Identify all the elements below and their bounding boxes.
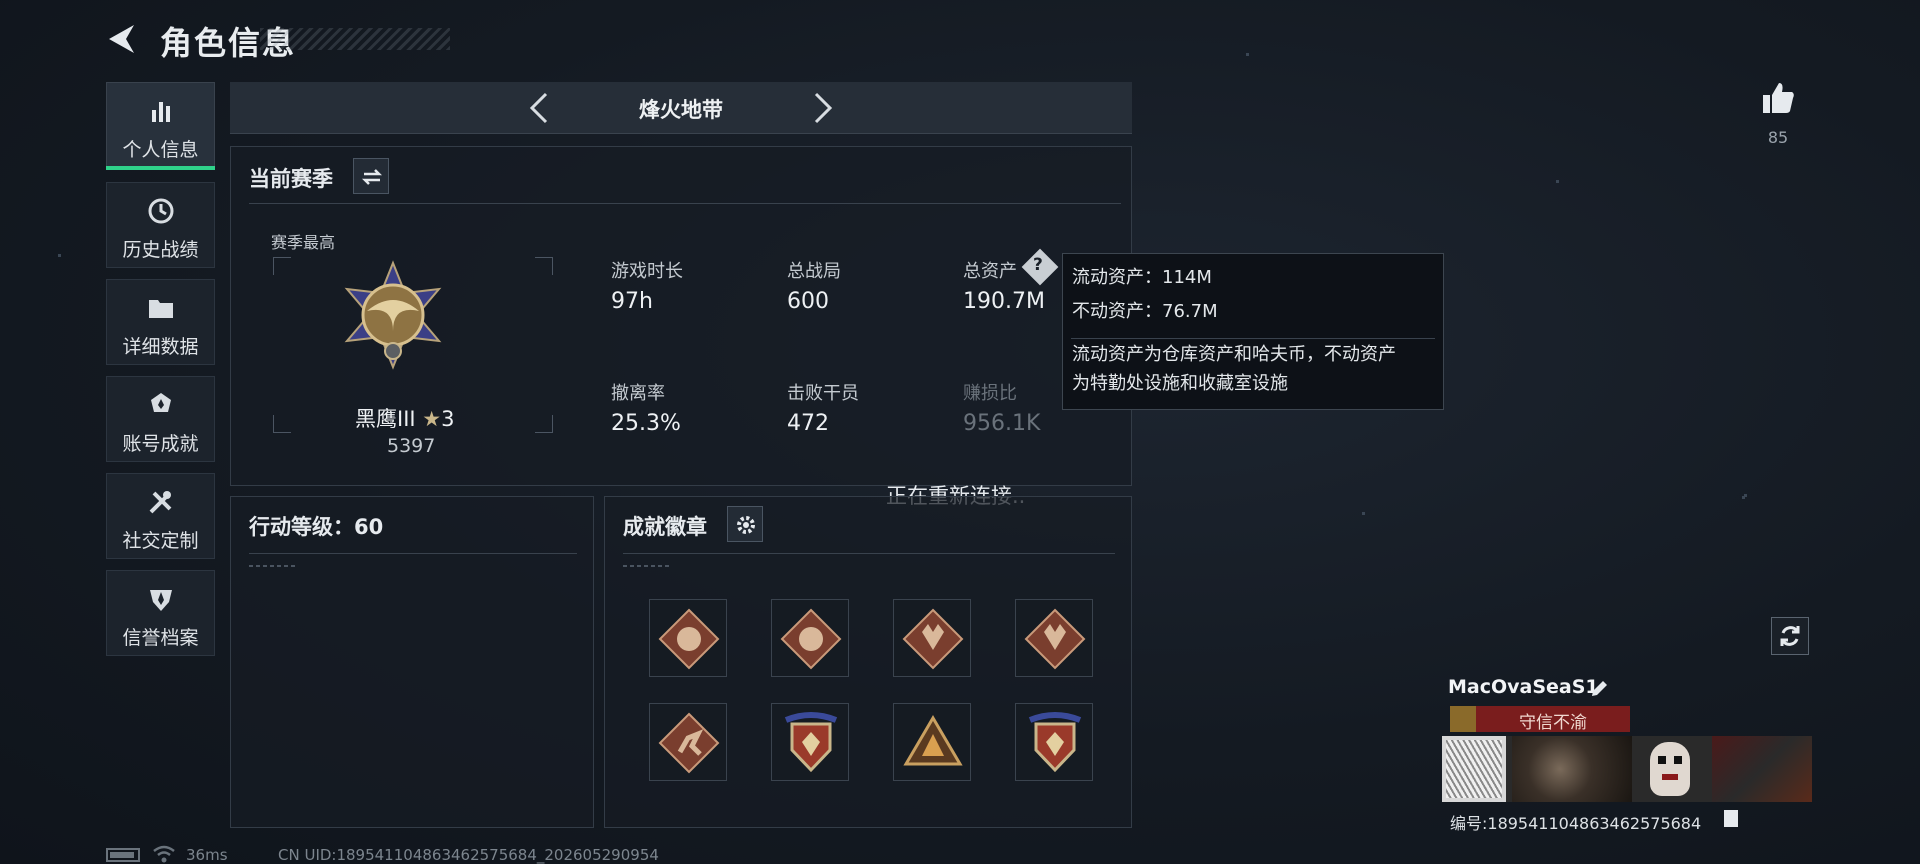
refresh-icon xyxy=(1780,626,1800,646)
stat-label: 总资产 xyxy=(963,261,1017,282)
achievements-title: 成就徽章 xyxy=(623,515,707,539)
sidebar-item-detailed-data[interactable]: 详细数据 xyxy=(106,279,215,365)
like-count: 85 xyxy=(1767,128,1789,147)
refresh-button[interactable] xyxy=(1771,617,1809,655)
history-clock-icon xyxy=(148,198,173,224)
achievements-panel: 成就徽章 xyxy=(604,496,1132,828)
player-id: 编号:1895411048634625756​84 xyxy=(1450,814,1702,833)
bar-chart-icon xyxy=(151,102,170,122)
triangle-badge-icon[interactable] xyxy=(893,703,971,781)
sidebar-item-label: 详细数据 xyxy=(122,336,199,358)
season-best-label: 赛季最高 xyxy=(271,233,336,252)
sidebar-item-label: 历史战绩 xyxy=(122,239,199,261)
star-icon: ★ xyxy=(422,407,442,431)
rank-emblem-icon xyxy=(344,260,442,370)
gear-icon xyxy=(737,516,755,534)
player-name: MacOvaSeaS1 xyxy=(1448,676,1599,698)
rank-stars: 3 xyxy=(441,407,455,431)
runner-badge-icon[interactable] xyxy=(649,703,727,781)
chevron-right-icon[interactable] xyxy=(802,88,842,128)
stat-value: 600 xyxy=(787,289,829,314)
stat-value: 472 xyxy=(787,411,829,436)
rank-score: 5397 xyxy=(387,435,436,457)
edit-pencil-icon[interactable] xyxy=(1588,678,1610,700)
season-selector: 烽火地带 xyxy=(230,82,1132,134)
wolf-badge-icon[interactable] xyxy=(893,599,971,677)
back-icon[interactable] xyxy=(104,22,140,56)
stat-value: 956.1K xyxy=(963,411,1041,436)
dragon-badge-icon[interactable] xyxy=(649,599,727,677)
sidebar-item-label: 个人信息 xyxy=(122,139,199,161)
tooltip-fixed: 不动资产：76.7M xyxy=(1072,301,1218,322)
title-decoration xyxy=(260,28,450,50)
tooltip-desc-line-1: 流动资产为仓库资产和哈夫币，不动资产 xyxy=(1072,344,1396,365)
stat-label: 赚损比 xyxy=(963,383,1017,404)
thumbs-up-icon[interactable] xyxy=(1760,80,1796,116)
tooltip-liquid: 流动资产：114M xyxy=(1072,267,1212,288)
player-title: 守信不渝 xyxy=(1519,713,1587,733)
sidebar-item-reputation[interactable]: 信誉档案 xyxy=(106,570,215,656)
tools-icon xyxy=(149,491,171,514)
sidebar-item-label: 信誉档案 xyxy=(122,627,199,649)
action-level-panel: 行动等级：60 xyxy=(230,496,594,828)
rank-name: 黑鹰III xyxy=(355,407,416,431)
season-switch-button[interactable] xyxy=(353,158,389,194)
shield-icon xyxy=(149,590,172,611)
player-title-badge: 守信不渝 xyxy=(1450,706,1630,733)
sidebar-item-history[interactable]: 历史战绩 xyxy=(106,182,215,268)
stat-label: 游戏时长 xyxy=(611,261,683,282)
ping-latency: 36ms xyxy=(186,846,228,864)
sidebar-item-label: 账号成就 xyxy=(122,433,199,455)
stat-value: 25.3% xyxy=(611,411,681,436)
chevron-left-icon[interactable] xyxy=(520,88,560,128)
folder-icon xyxy=(148,300,173,318)
wolf-badge-icon[interactable] xyxy=(1015,599,1093,677)
dragon-badge-icon[interactable] xyxy=(771,599,849,677)
current-season-title: 当前赛季 xyxy=(249,167,333,191)
crest-badge-icon[interactable] xyxy=(771,703,849,781)
wifi-icon xyxy=(153,845,175,863)
crest-badge-icon[interactable] xyxy=(1015,703,1093,781)
copy-icon[interactable] xyxy=(1724,810,1738,827)
swap-icon xyxy=(361,169,383,185)
rank-name-row: 黑鹰III ★3 xyxy=(355,403,454,433)
badge-settings-button[interactable] xyxy=(727,506,763,542)
current-season-panel: 当前赛季 赛季最高 黑鹰III ★3 5397 游戏时长 97h 总战局 600… xyxy=(230,146,1132,486)
client-uid: CN UID:18954110486346257568​4_2026052909… xyxy=(278,846,659,864)
stat-label: 击败干员 xyxy=(787,383,859,404)
asset-tooltip: 流动资产：114M 不动资产：76.7M 流动资产为仓库资产和哈夫币，不动资产 … xyxy=(1062,253,1444,410)
sidebar-item-social-custom[interactable]: 社交定制 xyxy=(106,473,215,559)
sidebar-item-personal-info[interactable]: 个人信息 xyxy=(106,82,215,170)
achievement-icon xyxy=(150,393,171,412)
season-name: 烽火地带 xyxy=(639,98,723,122)
battery-icon xyxy=(106,848,140,862)
tooltip-desc-line-2: 为特勤处设施和收藏室设施 xyxy=(1072,373,1288,394)
stat-value: 190.7M xyxy=(963,289,1045,314)
action-level-title: 行动等级：60 xyxy=(249,515,384,539)
stat-label: 撤离率 xyxy=(611,383,665,404)
sidebar-item-label: 社交定制 xyxy=(122,530,199,552)
player-banner-image xyxy=(1442,736,1812,802)
sidebar-item-achievements[interactable]: 账号成就 xyxy=(106,376,215,462)
stat-label: 总战局 xyxy=(787,261,841,282)
stat-value: 97h xyxy=(611,289,653,314)
